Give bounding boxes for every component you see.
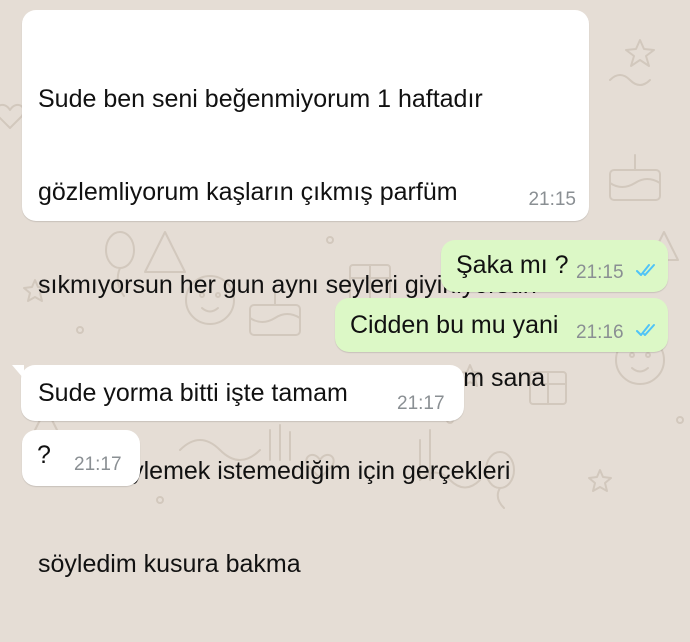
double-check-read-icon (636, 264, 655, 276)
outgoing-message[interactable]: Şaka mı ? 21:15 (441, 240, 668, 292)
chat-thread: Sude ben seni beğenmiyorum 1 haftadır gö… (0, 0, 690, 578)
message-text: Cidden bu mu yani (350, 311, 559, 339)
incoming-message[interactable]: ? 21:17 (22, 430, 140, 486)
incoming-message[interactable]: Sude yorma bitti işte tamam 21:17 (12, 365, 464, 421)
bubble-tail (12, 365, 24, 379)
message-line: söyledim kusura bakma (38, 550, 301, 578)
double-check-read-icon (636, 324, 655, 336)
message-text: ? (37, 441, 51, 469)
message-text: Şaka mı ? (456, 251, 569, 279)
message-line: Sude ben seni beğenmiyorum 1 haftadır (38, 85, 483, 113)
message-timestamp: 21:17 (74, 454, 122, 475)
outgoing-message[interactable]: Cidden bu mu yani 21:16 (335, 298, 668, 352)
message-text: Sude yorma bitti işte tamam (38, 379, 348, 407)
message-timestamp: 21:16 (576, 322, 624, 343)
message-timestamp: 21:17 (397, 393, 445, 414)
message-timestamp: 21:15 (528, 189, 576, 210)
message-timestamp: 21:15 (576, 262, 624, 283)
incoming-message[interactable]: Sude ben seni beğenmiyorum 1 haftadır gö… (22, 10, 589, 578)
message-line: gözlemliyorum kaşların çıkmış parfüm (38, 178, 458, 206)
